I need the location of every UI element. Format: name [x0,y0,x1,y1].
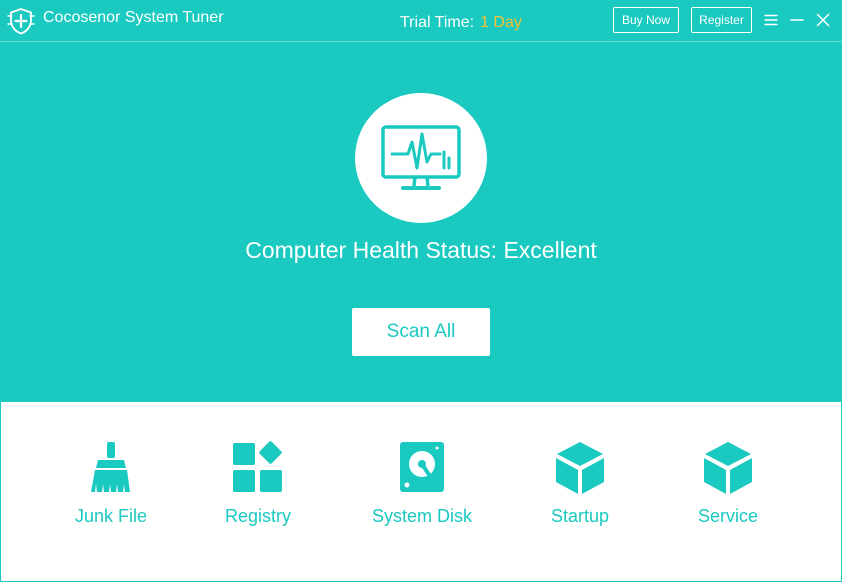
tool-label: Service [697,506,759,526]
tool-label: Startup [550,506,610,526]
trial-time: Trial Time: 1 Day [400,14,522,32]
tool-label: System Disk [371,506,472,526]
tool-label: Junk File [74,506,148,526]
broom-icon [91,442,130,492]
health-panel: Cocosenor System Tuner Trial Time: 1 Day … [0,0,842,402]
tool-label: Registry [224,506,291,526]
trial-time-label: Trial Time: [400,14,475,31]
title-bar: Cocosenor System Tuner Trial Time: 1 Day … [0,0,842,42]
scan-all-button[interactable]: Scan All [352,308,490,356]
app-title: Cocosenor System Tuner [43,9,224,26]
tool-service[interactable]: Service [668,440,788,540]
shield-plus-icon [7,8,35,35]
close-icon[interactable] [813,10,833,30]
cube-icon [704,442,752,494]
register-button[interactable]: Register [691,7,752,33]
trial-time-value: 1 Day [480,14,522,31]
health-status-text: Computer Health Status: Excellent [245,237,597,263]
monitor-heartbeat-icon [381,125,461,190]
buy-now-button[interactable]: Buy Now [613,7,679,33]
tool-registry[interactable]: Registry [198,440,318,540]
hamburger-menu-icon[interactable] [761,10,781,30]
tools-panel: Junk File Registry System Disk Startup S… [0,402,842,582]
tool-startup[interactable]: Startup [520,440,640,540]
hard-disk-icon [400,442,444,492]
minimize-icon[interactable] [787,10,807,30]
registry-blocks-icon [233,441,282,492]
cube-icon [556,442,604,494]
tool-system-disk[interactable]: System Disk [362,440,482,540]
tool-junk-file[interactable]: Junk File [51,440,171,540]
app-window: Cocosenor System Tuner Trial Time: 1 Day … [0,0,842,582]
health-status-badge [355,93,487,223]
